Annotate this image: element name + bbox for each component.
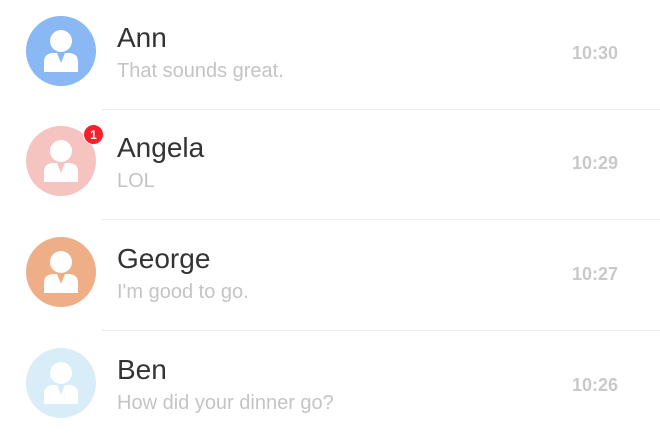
unread-badge: 1 [83, 124, 104, 145]
contact-name: Ann [117, 22, 167, 53]
last-message: I'm good to go. [117, 281, 249, 303]
chat-list: Ann That sounds great. 10:30 Angela LOL … [0, 0, 660, 435]
chat-row-ann[interactable]: Ann That sounds great. 10:30 [0, 0, 660, 110]
message-time: 10:29 [571, 153, 618, 173]
message-time: 10:26 [571, 375, 618, 395]
chat-row-ben[interactable]: Ben How did your dinner go? 10:26 [0, 332, 660, 435]
divider [102, 219, 660, 220]
last-message: LOL [117, 170, 155, 192]
contact-name: Angela [117, 132, 205, 163]
message-time: 10:27 [571, 264, 618, 284]
chat-row-george[interactable]: George I'm good to go. 10:27 [0, 221, 660, 331]
last-message: How did your dinner go? [117, 392, 334, 414]
last-message: That sounds great. [117, 60, 284, 82]
user-icon [26, 16, 96, 86]
message-time: 10:30 [571, 43, 618, 63]
avatar-ann [26, 16, 96, 86]
contact-name: Ben [117, 354, 167, 385]
avatar-ben [26, 348, 96, 418]
avatar-george [26, 237, 96, 307]
divider [102, 330, 660, 331]
user-icon [26, 237, 96, 307]
user-icon [26, 348, 96, 418]
contact-name: George [117, 243, 211, 274]
